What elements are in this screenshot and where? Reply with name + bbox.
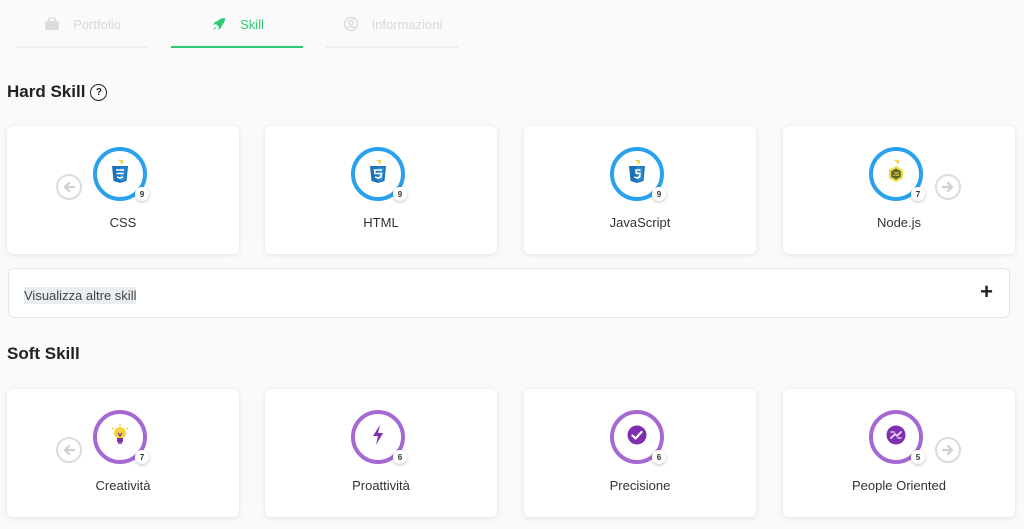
skill-name: HTML [363,215,399,230]
css3-icon [109,159,131,190]
tab-label: Skill [240,16,264,32]
skill-level-ring: 9 [351,147,407,201]
show-more-skills-accordion[interactable]: Visualizza altre skill + [8,268,1010,318]
skill-level-badge: 7 [911,187,925,201]
tab-informazioni[interactable]: Informazioni [326,0,458,48]
lightbulb-icon [109,423,131,452]
lightning-icon [368,424,388,451]
rocket-icon [210,15,228,33]
arrow-right-icon [941,444,954,456]
skill-level-badge: 6 [652,450,666,464]
skill-name: Creatività [95,478,151,493]
skill-level-ring: 9 [610,147,666,201]
html5-icon [367,159,389,190]
arrow-left-icon [63,444,76,456]
nodejs-icon: JS [885,159,907,190]
skill-level-ring: 9 [93,147,149,201]
section-title: Soft Skill [7,344,80,363]
skill-level-badge: 5 [911,450,925,464]
skill-card[interactable]: 7 Creatività [7,389,239,517]
briefcase-icon [43,15,61,33]
skill-name: People Oriented [852,478,946,493]
carousel-prev-button[interactable] [56,437,82,463]
arrow-left-icon [63,181,76,193]
skill-name: Precisione [609,478,671,493]
skill-name: Node.js [876,215,922,230]
skill-card[interactable]: 6 Precisione [524,389,756,517]
skill-level-badge: 9 [393,187,407,201]
section-title: Hard Skill [7,82,86,101]
skill-level-ring: 6 [351,410,407,464]
skill-card[interactable]: 6 Proattività [265,389,497,517]
arrow-right-icon [941,181,954,193]
svg-text:JS: JS [893,172,900,178]
carousel-prev-button[interactable] [56,174,82,200]
carousel-next-button[interactable] [935,437,961,463]
javascript-icon [626,159,648,190]
skill-level-ring: 5 [869,410,925,464]
handshake-icon [885,424,907,451]
skill-name: CSS [109,215,137,230]
skill-card[interactable]: JS 7 Node.js [783,126,1015,254]
skill-level-badge: 7 [135,450,149,464]
check-circle-icon [626,424,648,451]
skill-level-ring: 6 [610,410,666,464]
skill-level-ring: 7 [93,410,149,464]
hard-skill-title-row: Hard Skill ? [7,82,108,102]
skill-card[interactable]: 9 CSS [7,126,239,254]
tab-label: Portfolio [73,16,121,32]
tab-portfolio[interactable]: Portfolio [16,0,148,48]
skill-name: JavaScript [609,215,671,230]
skill-card[interactable]: 9 HTML [265,126,497,254]
skill-level-badge: 9 [652,187,666,201]
skill-name: Proattività [352,478,410,493]
skill-level-badge: 9 [135,187,149,201]
carousel-next-button[interactable] [935,174,961,200]
plus-icon[interactable]: + [980,281,993,303]
show-more-label: Visualizza altre skill [24,287,137,304]
skill-card[interactable]: 5 People Oriented [783,389,1015,517]
soft-skill-title-row: Soft Skill [7,344,80,364]
tab-bar: Portfolio Skill Informazioni [0,0,1024,52]
question-icon[interactable]: ? [90,83,108,101]
user-circle-icon [342,15,360,33]
skill-level-badge: 6 [393,450,407,464]
tab-skill[interactable]: Skill [171,0,303,48]
skill-level-ring: JS 7 [869,147,925,201]
skill-card[interactable]: 9 JavaScript [524,126,756,254]
tab-label: Informazioni [371,16,443,32]
